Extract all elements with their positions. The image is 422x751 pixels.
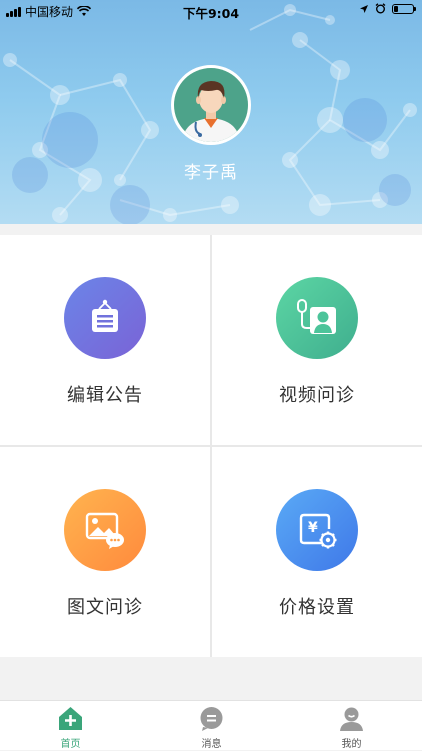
price-settings-label: 价格设置 [279, 597, 355, 618]
tab-home-label: 首页 [60, 739, 81, 750]
video-consult-icon-circle [276, 277, 358, 359]
svg-text:¥: ¥ [308, 520, 318, 536]
doctor-name: 李子禹 [184, 163, 238, 183]
tab-profile[interactable]: 我的 [281, 701, 422, 751]
price-settings-icon-circle: ¥ [276, 489, 358, 571]
video-consult-label: 视频问诊 [279, 385, 355, 406]
price-settings-icon: ¥ [299, 513, 337, 549]
tab-messages-label: 消息 [201, 739, 222, 750]
battery-icon [392, 3, 416, 14]
status-right [359, 3, 416, 14]
message-bubble-icon [200, 707, 223, 731]
alarm-icon [375, 3, 386, 14]
home-plus-icon [59, 707, 82, 730]
edit-notice-icon-circle [64, 277, 146, 359]
image-text-consult-label: 图文问诊 [67, 597, 143, 618]
image-text-consult-icon-circle [64, 489, 146, 571]
video-consult-tile[interactable]: 视频问诊 [212, 235, 422, 445]
edit-notice-label: 编辑公告 [67, 385, 143, 406]
tab-home[interactable]: 首页 [0, 701, 141, 751]
price-settings-tile[interactable]: ¥ 价格设置 [212, 447, 422, 657]
edit-notice-tile[interactable]: 编辑公告 [0, 235, 210, 445]
doctor-avatar-icon [174, 68, 248, 142]
image-text-consult-tile[interactable]: 图文问诊 [0, 447, 210, 657]
image-text-consult-icon [85, 512, 124, 549]
profile-header: 中国移动 下午9:04 李子禹 [0, 0, 422, 224]
bottom-tab-bar: 首页 消息 我的 [0, 700, 422, 750]
video-consult-icon [297, 299, 336, 334]
status-bar: 中国移动 下午9:04 [0, 0, 422, 22]
location-arrow-icon [360, 4, 368, 13]
user-profile-icon [340, 707, 363, 731]
doctor-avatar[interactable] [171, 65, 251, 145]
tab-profile-label: 我的 [341, 739, 362, 750]
tab-messages[interactable]: 消息 [141, 701, 282, 751]
notice-board-icon [92, 299, 118, 332]
function-grid: 编辑公告 视频问诊 图文问诊 ¥ 价格设置 [0, 235, 422, 657]
